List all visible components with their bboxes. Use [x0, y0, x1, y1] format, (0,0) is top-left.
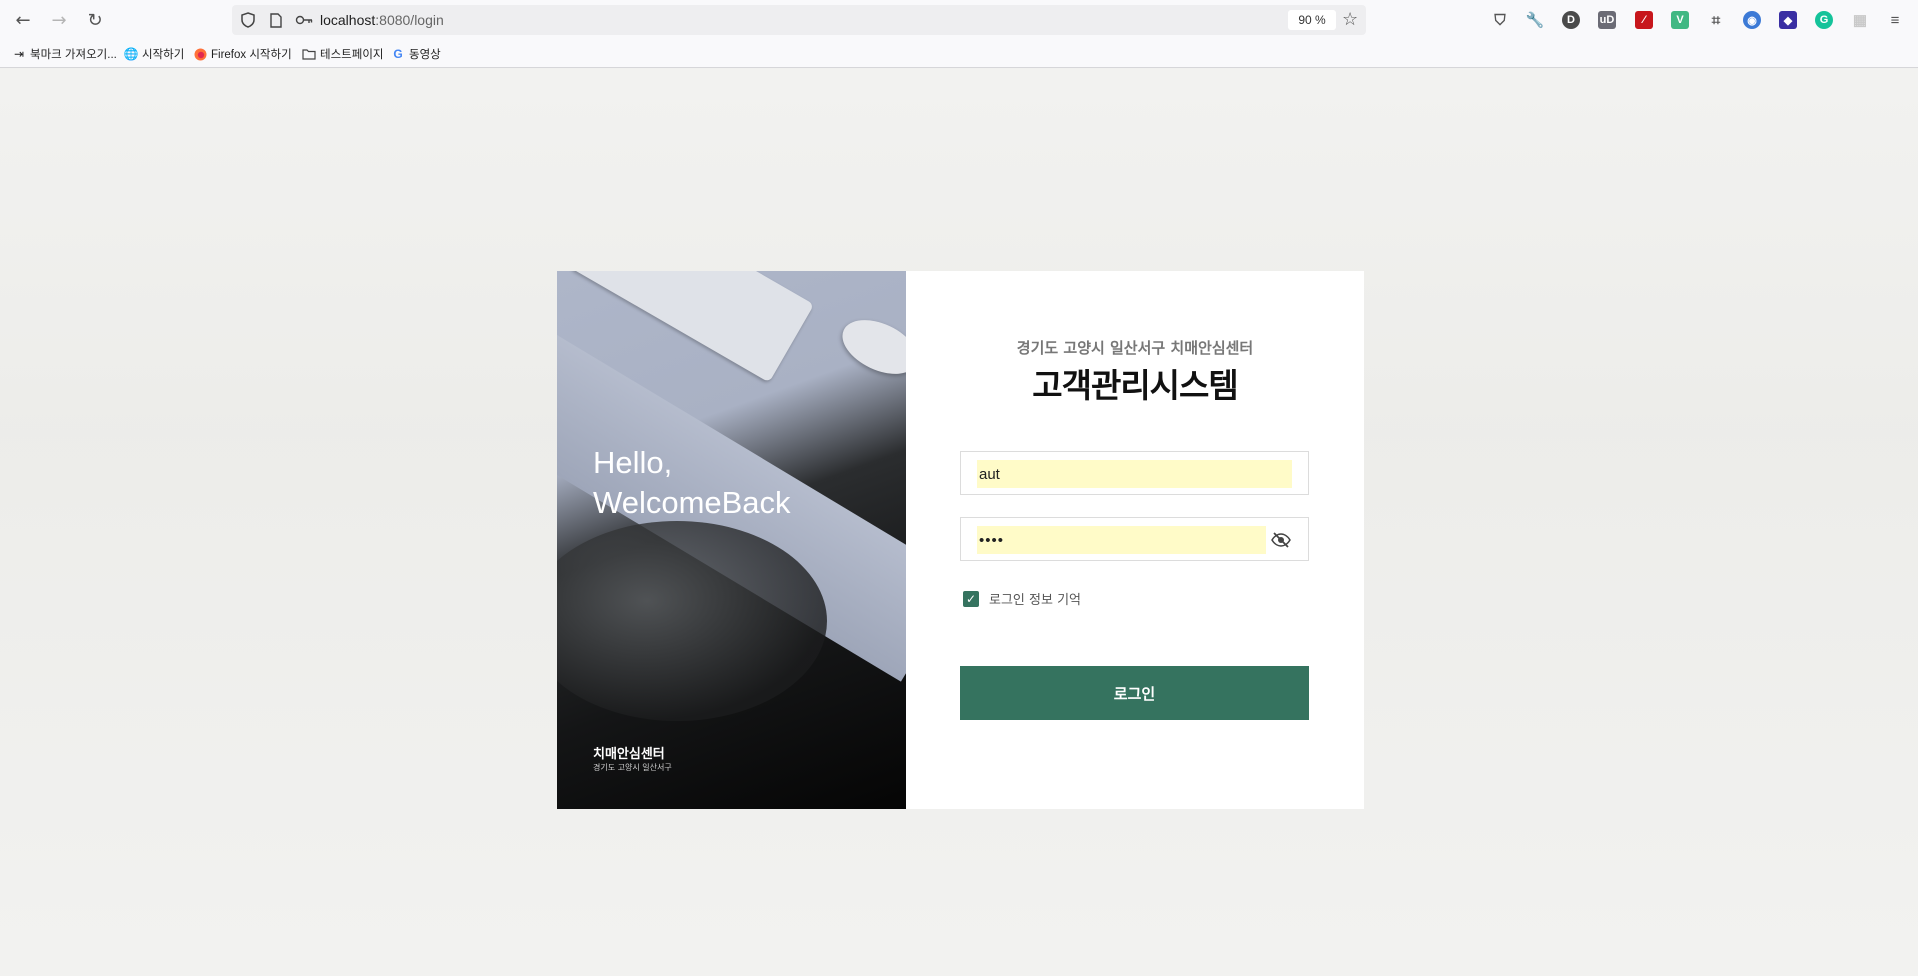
login-card: Hello, WelcomeBack 치매안심센터 경기도 고양시 일산서구 경…: [557, 271, 1364, 809]
password-field[interactable]: [960, 517, 1309, 561]
hero-org-name: 치매안심센터: [593, 747, 665, 762]
hero-panel: Hello, WelcomeBack 치매안심센터 경기도 고양시 일산서구: [557, 271, 906, 809]
grammarly-icon[interactable]: G: [1815, 11, 1833, 29]
hero-mouse-image: [834, 309, 906, 385]
red-extension-icon[interactable]: ⁄: [1635, 11, 1653, 29]
crop-icon[interactable]: ⌗: [1707, 11, 1725, 29]
globe-icon: 🌐: [123, 47, 139, 61]
username-input[interactable]: [977, 460, 1292, 488]
page-subtitle: 경기도 고양시 일산서구 치매안심센터: [1016, 339, 1254, 357]
grid-extension-icon[interactable]: ▦: [1851, 11, 1869, 29]
back-arrow-icon[interactable]: ←: [9, 8, 37, 32]
eye-slash-icon[interactable]: [1270, 530, 1292, 550]
username-field[interactable]: [960, 451, 1309, 495]
ublock-icon[interactable]: uD: [1598, 11, 1616, 29]
remember-label: 로그인 정보 기억: [989, 593, 1081, 608]
pocket-icon[interactable]: ⛉: [1491, 11, 1509, 29]
login-form-panel: 경기도 고양시 일산서구 치매안심센터 고객관리시스템 ✓ 로그인 정보 기억 …: [906, 271, 1364, 809]
key-icon[interactable]: [294, 12, 314, 28]
bookmark-firefox[interactable]: Firefox 시작하기: [193, 46, 292, 62]
hero-greeting: Hello, WelcomeBack: [593, 445, 791, 520]
reload-icon[interactable]: ↻: [81, 8, 109, 32]
zoom-level-badge[interactable]: 90 %: [1288, 10, 1336, 30]
url-text[interactable]: localhost:8080/login: [320, 12, 444, 28]
diamond-extension-icon[interactable]: ◆: [1779, 11, 1797, 29]
bookmark-test-page[interactable]: 테스트페이지: [302, 46, 383, 62]
menu-icon[interactable]: ≡: [1886, 11, 1904, 29]
chrome-like-icon[interactable]: ◉: [1743, 11, 1761, 29]
page-title: 고객관리시스템: [1032, 366, 1239, 405]
d-extension-icon[interactable]: D: [1562, 11, 1580, 29]
star-icon[interactable]: ☆: [1342, 9, 1358, 30]
import-icon: ⇥: [13, 47, 25, 61]
password-input[interactable]: [977, 526, 1266, 554]
shield-icon[interactable]: [240, 12, 256, 28]
firefox-icon: [193, 47, 207, 61]
bookmark-getting-started[interactable]: 🌐 시작하기: [123, 46, 185, 62]
folder-icon: [302, 47, 316, 61]
bookmarks-bar: ⇥ 북마크 가져오기... 🌐 시작하기 Firefox 시작하기 테스트페이지 G…: [0, 40, 1918, 68]
page-icon[interactable]: [268, 12, 284, 28]
address-bar[interactable]: localhost:8080/login 90 % ☆: [232, 5, 1366, 35]
bookmark-video[interactable]: G 동영상: [391, 46, 440, 62]
login-button[interactable]: 로그인: [960, 666, 1309, 720]
remember-checkbox[interactable]: ✓: [963, 590, 979, 607]
browser-toolbar: ← → ↻ localhost:8080/login 90 % ☆ ⛉ 🔧 DuD ⁄…: [0, 0, 1918, 40]
google-icon: G: [393, 47, 403, 61]
vue-devtools-icon[interactable]: V: [1671, 11, 1689, 29]
hero-org-location: 경기도 고양시 일산서구: [593, 763, 672, 772]
wrench-icon[interactable]: 🔧: [1526, 11, 1545, 29]
bookmark-import[interactable]: ⇥ 북마크 가져오기...: [12, 46, 117, 62]
remember-login-option[interactable]: ✓ 로그인 정보 기억: [960, 589, 1081, 608]
forward-arrow-icon[interactable]: →: [45, 8, 73, 32]
